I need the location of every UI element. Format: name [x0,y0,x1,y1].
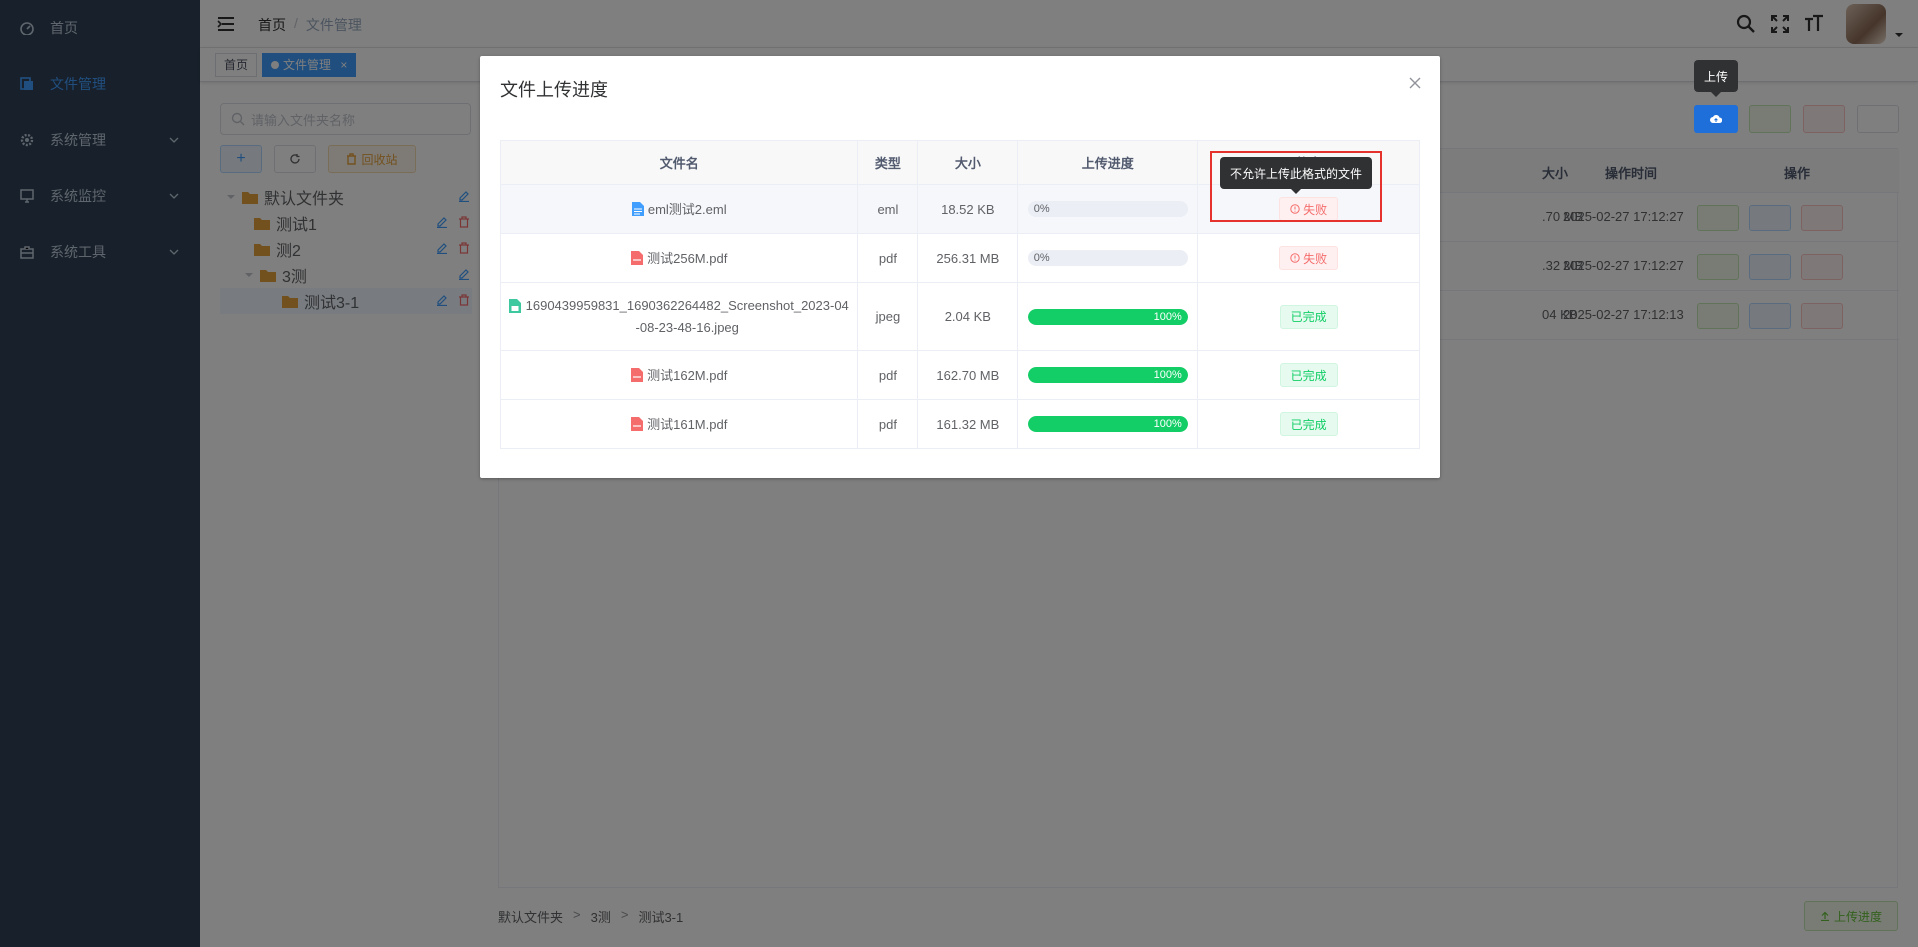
progress-label: 100% [1153,369,1182,381]
upload-progress-dialog: 文件上传进度 文件名 类型 大小 上传进度 状态 eml测试2.eml eml … [480,56,1440,478]
progress-bar: 0% [1027,250,1188,266]
cell-filename: 测试161M.pdf [499,399,859,449]
progress-bar: 100% [1027,416,1188,432]
progress-bar: 100% [1027,308,1188,325]
upload-button[interactable] [1694,105,1738,133]
column-header: 类型 [857,140,919,185]
cell-status: 失败 [1197,233,1420,283]
progress-label: 0% [1033,252,1050,264]
column-header: 大小 [917,140,1019,185]
cell-filename: 1690439959831_1690362264482_Screenshot_2… [499,282,859,351]
close-icon[interactable] [1408,76,1422,90]
filename-text: 测试161M.pdf [647,417,728,433]
cell-filename: 测试256M.pdf [499,233,859,283]
filename-text: 测试256M.pdf [647,251,728,267]
cell-status: 已完成 [1197,350,1420,400]
filename-text: 测试162M.pdf [647,368,728,384]
pdf-file-icon [631,416,644,431]
progress-bar: 100% [1027,367,1188,383]
cell-progress: 100% [1017,282,1199,351]
filename-text: 1690439959831_1690362264482_Screenshot_2… [525,297,849,335]
pdf-file-icon [631,367,644,382]
cell-size: 256.31 MB [917,233,1019,283]
table-row: 1690439959831_1690362264482_Screenshot_2… [499,282,1420,351]
cell-progress: 0% [1017,184,1199,234]
cell-type: eml [857,184,919,234]
cell-type: pdf [857,350,919,400]
cell-progress: 100% [1017,399,1199,449]
table-row: 测试256M.pdf pdf 256.31 MB 0% 失败 [499,233,1420,283]
document-icon [631,201,644,216]
progress-label: 100% [1153,418,1182,430]
cell-type: pdf [857,399,919,449]
cell-filename: eml测试2.eml [499,184,859,234]
error-tooltip: 不允许上传此格式的文件 [1220,157,1372,194]
progress-label: 100% [1153,310,1182,323]
cell-filename: 测试162M.pdf [499,350,859,400]
progress-bar: 0% [1027,201,1188,217]
cell-status: 已完成 [1197,399,1420,449]
progress-label: 0% [1033,203,1050,215]
dialog-title: 文件上传进度 [500,80,608,100]
status-badge: 已完成 [1279,304,1338,329]
cell-size: 161.32 MB [917,399,1019,449]
status-badge: 已完成 [1279,363,1338,387]
cell-size: 162.70 MB [917,350,1019,400]
status-badge: 已完成 [1279,412,1338,436]
cell-type: pdf [857,233,919,283]
status-badge[interactable]: 失败 [1279,246,1339,270]
upload-tooltip: 上传 [1694,60,1738,97]
cell-status: 已完成 [1197,282,1420,351]
cell-progress: 0% [1017,233,1199,283]
column-header: 上传进度 [1017,140,1199,185]
table-row: 测试162M.pdf pdf 162.70 MB 100% 已完成 [499,350,1420,400]
table-row: 测试161M.pdf pdf 161.32 MB 100% 已完成 [499,399,1420,449]
pdf-file-icon [631,250,644,265]
filename-text: eml测试2.eml [647,202,727,218]
cell-size: 2.04 KB [917,282,1019,351]
column-header: 文件名 [499,140,859,185]
status-text: 失败 [1303,251,1328,266]
image-file-icon [509,298,521,313]
cell-progress: 100% [1017,350,1199,400]
cloud-upload-icon [1710,115,1722,123]
cell-size: 18.52 KB [917,184,1019,234]
cell-type: jpeg [857,282,919,351]
alert-circle-icon [1290,253,1300,263]
